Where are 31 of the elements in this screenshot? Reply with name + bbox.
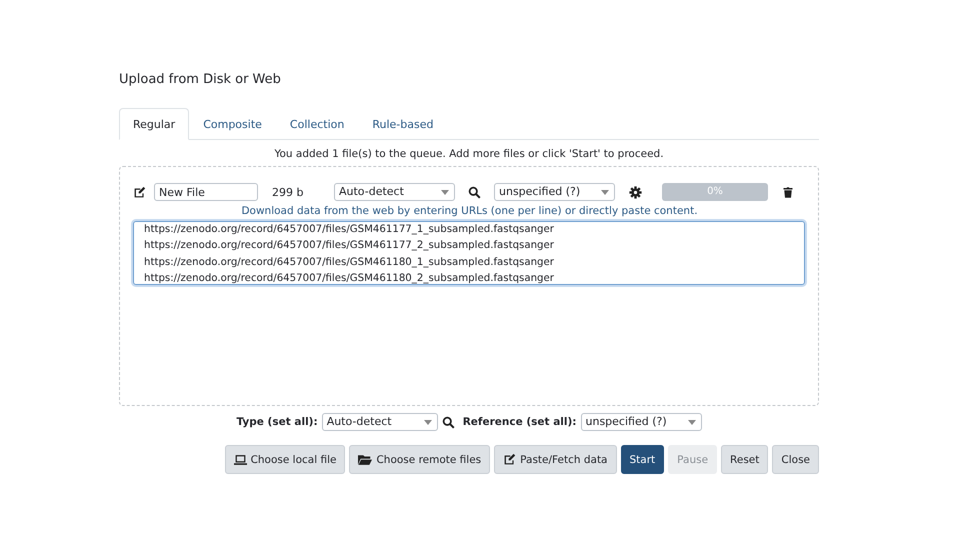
- settings-icon[interactable]: [629, 186, 642, 198]
- file-name-field[interactable]: New File: [154, 183, 258, 201]
- reference-select[interactable]: unspecified (?): [580, 413, 702, 431]
- edit-icon[interactable]: [133, 186, 146, 198]
- reference-select[interactable]: unspecified (?): [494, 183, 615, 201]
- help-text: Download data from the web by entering URLs (one per line) or directly paste content.: [240, 205, 699, 217]
- type-select[interactable]: Auto-detect: [334, 183, 455, 201]
- action-button[interactable]: Reset: [721, 445, 768, 474]
- action-button[interactable]: Paste/Fetch data: [494, 445, 616, 474]
- action-button[interactable]: Choose local file: [224, 445, 346, 474]
- folder-icon: [358, 454, 372, 466]
- dialog-title: Upload from Disk or Web: [119, 71, 282, 89]
- laptop-icon: [234, 454, 247, 466]
- tab[interactable]: Composite: [189, 108, 276, 140]
- trash-icon[interactable]: [782, 186, 794, 198]
- progress-reading: 0%: [706, 185, 724, 199]
- reference-label: Reference (set all):: [462, 416, 576, 428]
- search-icon[interactable]: [442, 416, 455, 428]
- tab[interactable]: Regular: [119, 108, 190, 140]
- action-button[interactable]: Start: [620, 445, 664, 474]
- tab[interactable]: Collection: [276, 108, 358, 140]
- tab[interactable]: Rule-based: [358, 108, 448, 140]
- queue-message: You added 1 file(s) to the queue. Add more files or click 'Start' to proceed.: [273, 148, 665, 160]
- edit-icon: [503, 453, 516, 466]
- content-text-area[interactable]: https://zenodo.org/record/6457007/files/GSM461177_1_subsampled.fastqsanger https://zenodo.org/record/6457007/files/GSM461177_2_subsampled.fastqsanger https://zenodo.org/record/6457007/files/GSM461180_1_subsampled.fastqsanger https://zenodo.org/record/6457007/files/GSM461180_2_subsampled.fastqsanger: [133, 221, 805, 285]
- action-button[interactable]: Close: [772, 445, 819, 474]
- file-size: 299 b: [271, 186, 304, 198]
- search-icon[interactable]: [468, 186, 481, 198]
- type-select[interactable]: Auto-detect: [322, 413, 438, 431]
- action-button[interactable]: Choose remote files: [349, 445, 490, 474]
- type-label: Type (set all):: [236, 416, 318, 428]
